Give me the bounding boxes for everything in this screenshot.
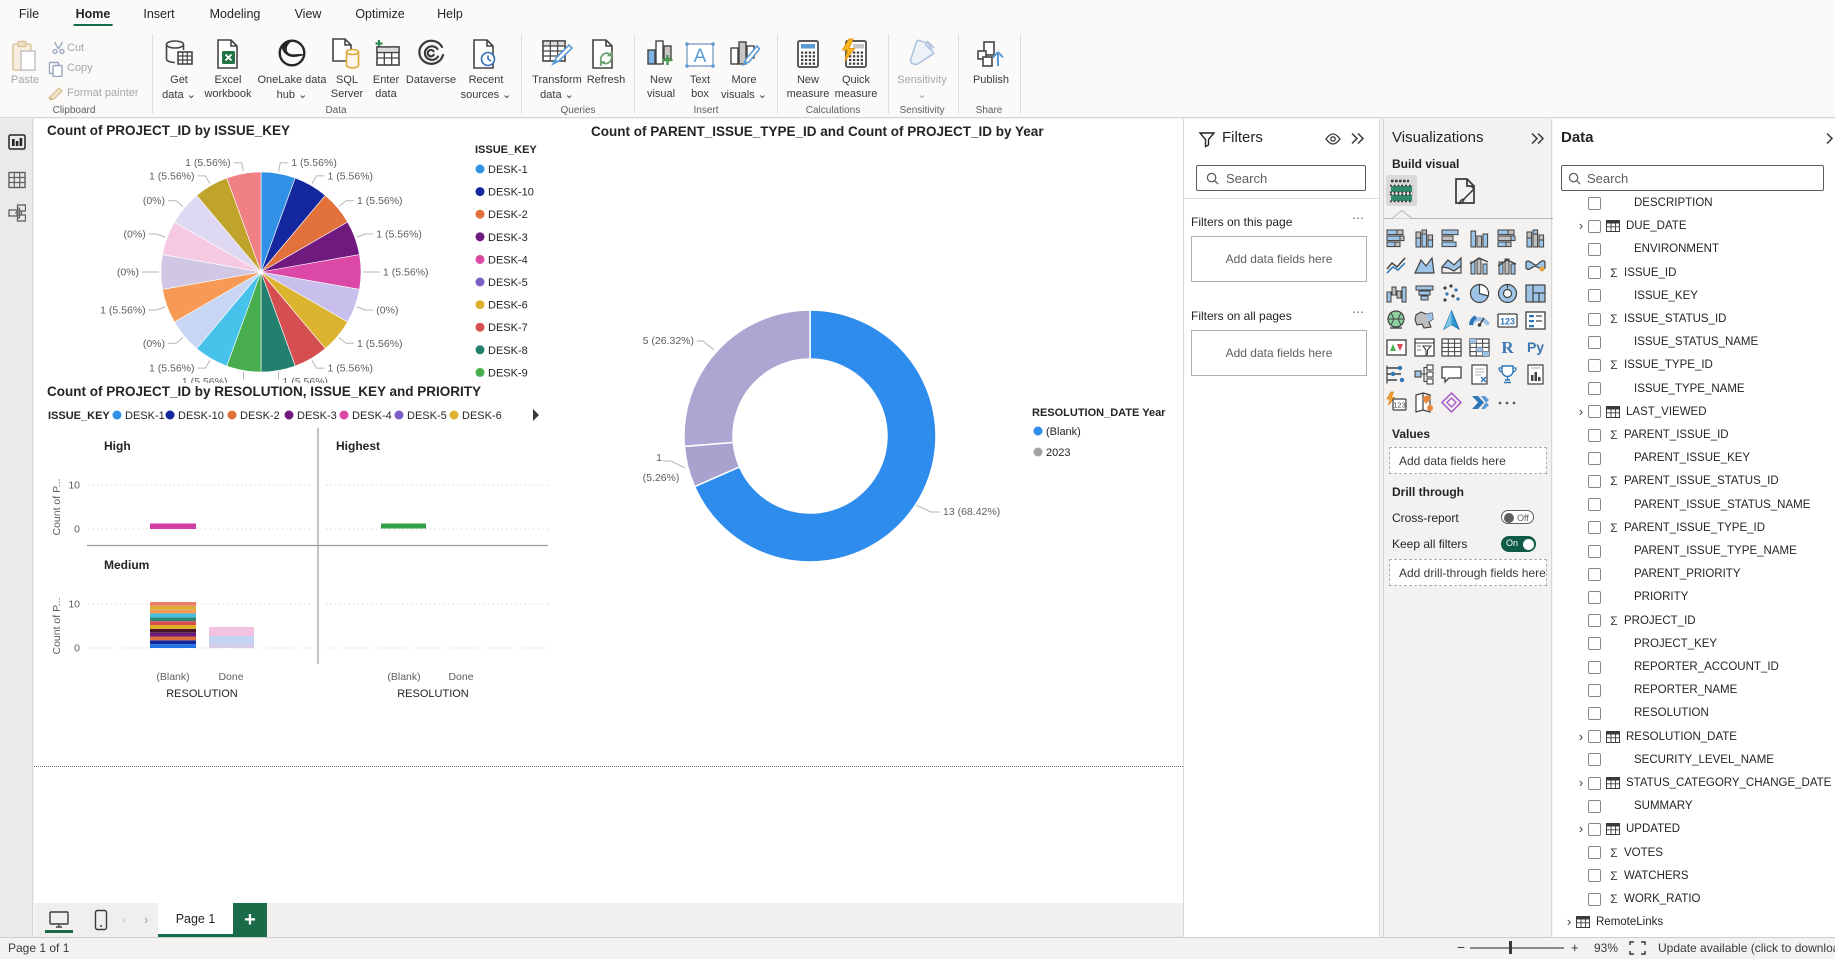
svg-text:Py: Py bbox=[1527, 339, 1544, 355]
svg-text:123: 123 bbox=[1500, 317, 1515, 327]
svg-text:123: 123 bbox=[1393, 401, 1406, 410]
svg-text:R: R bbox=[1501, 338, 1514, 357]
svg-text:A: A bbox=[694, 46, 707, 67]
